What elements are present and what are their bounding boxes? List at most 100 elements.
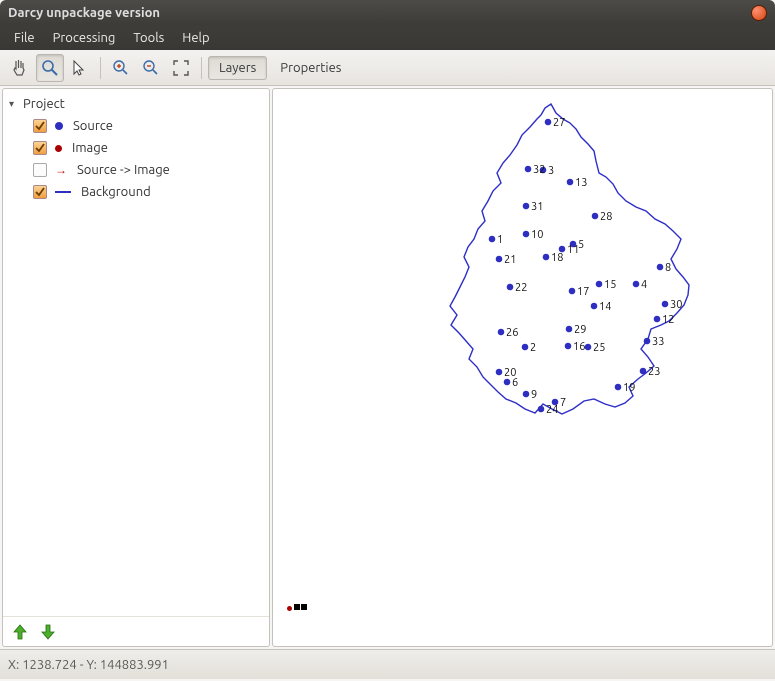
status-coordinates: X: 1238.724 - Y: 144883.991	[8, 658, 169, 672]
source-point[interactable]	[662, 301, 669, 308]
point-label: 33	[652, 336, 664, 348]
source-point[interactable]	[543, 254, 550, 261]
move-up-button[interactable]	[9, 621, 31, 643]
toolbar: Layers Properties	[0, 50, 775, 86]
source-point[interactable]	[592, 213, 599, 220]
source-point[interactable]	[523, 391, 530, 398]
source-point[interactable]	[522, 344, 529, 351]
point-label: 16	[573, 341, 585, 353]
source-point[interactable]	[567, 179, 574, 186]
point-label: 9	[531, 389, 537, 401]
tree-item[interactable]: Image	[9, 137, 263, 159]
source-point[interactable]	[633, 281, 640, 288]
source-point[interactable]	[657, 264, 664, 271]
zoom-in-button[interactable]	[107, 54, 135, 82]
source-point[interactable]	[569, 288, 576, 295]
point-label: 25	[593, 342, 605, 354]
point-label: 4	[641, 279, 647, 291]
menu-tools[interactable]: Tools	[125, 29, 172, 47]
source-point[interactable]	[545, 119, 552, 126]
map-canvas[interactable]: 1234567891011121314151617181920212223242…	[272, 88, 773, 647]
point-label: 23	[648, 366, 660, 378]
source-point[interactable]	[523, 203, 530, 210]
source-point[interactable]	[498, 329, 505, 336]
source-point[interactable]	[654, 316, 661, 323]
point-label: 14	[599, 301, 611, 313]
point-label: 8	[665, 262, 671, 274]
zoom-tool[interactable]	[36, 54, 64, 82]
source-point[interactable]	[591, 303, 598, 310]
source-point[interactable]	[615, 384, 622, 391]
source-point[interactable]	[566, 326, 573, 333]
source-point[interactable]	[496, 369, 503, 376]
source-point[interactable]	[496, 256, 503, 263]
tree-root-label: Project	[23, 97, 65, 111]
point-label: 20	[504, 367, 516, 379]
point-label: 13	[575, 177, 587, 189]
source-point[interactable]	[523, 231, 530, 238]
point-label: 19	[623, 382, 635, 394]
cursor-tool[interactable]	[66, 54, 94, 82]
layer-visibility-checkbox[interactable]	[33, 119, 47, 133]
legend-black-square-icon	[294, 604, 300, 610]
point-label: 1	[497, 234, 503, 246]
point-label: 12	[662, 314, 674, 326]
tree-item[interactable]: Source	[9, 115, 263, 137]
point-label: 11	[567, 244, 579, 256]
source-point[interactable]	[525, 166, 532, 173]
layer-visibility-checkbox[interactable]	[33, 141, 47, 155]
tree-item[interactable]: →Source -> Image	[9, 159, 263, 181]
source-point[interactable]	[538, 406, 545, 413]
blue-dot-icon	[55, 122, 63, 130]
point-label: 7	[560, 397, 566, 409]
point-label: 2	[530, 342, 536, 354]
toolbar-separator	[100, 57, 101, 79]
window-title: Darcy unpackage version	[8, 6, 751, 20]
point-label: 18	[551, 252, 563, 264]
point-label: 31	[531, 201, 543, 213]
source-point[interactable]	[565, 343, 572, 350]
tree-expand-icon[interactable]: ▾	[9, 98, 19, 110]
layers-panel: ▾ Project Source Image →Source -> Image Bac…	[2, 88, 270, 647]
tree-item-label: Image	[72, 141, 108, 155]
layer-visibility-checkbox[interactable]	[33, 163, 47, 177]
point-label: 24	[546, 404, 558, 416]
source-point[interactable]	[596, 281, 603, 288]
properties-toggle[interactable]: Properties	[269, 56, 352, 80]
source-point[interactable]	[489, 236, 496, 243]
layer-tree: ▾ Project Source Image →Source -> Image Bac…	[3, 89, 269, 616]
point-label: 17	[577, 286, 589, 298]
layers-toggle[interactable]: Layers	[208, 56, 267, 80]
point-label: 32	[533, 164, 545, 176]
tree-item[interactable]: Background	[9, 181, 263, 203]
menu-help[interactable]: Help	[174, 29, 217, 47]
source-point[interactable]	[504, 379, 511, 386]
layer-visibility-checkbox[interactable]	[33, 185, 47, 199]
status-bar: X: 1238.724 - Y: 144883.991	[0, 649, 775, 679]
point-label: 27	[553, 117, 565, 129]
zoom-out-button[interactable]	[137, 54, 165, 82]
point-label: 29	[574, 324, 586, 336]
title-bar: Darcy unpackage version	[0, 0, 775, 26]
main-area: ▾ Project Source Image →Source -> Image Bac…	[0, 86, 775, 649]
menu-bar: File Processing Tools Help	[0, 26, 775, 50]
fit-button[interactable]	[167, 54, 195, 82]
menu-processing[interactable]: Processing	[45, 29, 124, 47]
point-label: 28	[600, 211, 612, 223]
source-point[interactable]	[640, 368, 647, 375]
source-point[interactable]	[507, 284, 514, 291]
tree-item-label: Background	[81, 185, 151, 199]
legend-black-square-icon	[301, 604, 307, 610]
point-label: 15	[604, 279, 616, 291]
close-button[interactable]	[751, 5, 767, 21]
pan-tool[interactable]	[6, 54, 34, 82]
point-label: 30	[670, 299, 682, 311]
sidebar-footer	[3, 616, 269, 646]
move-down-button[interactable]	[37, 621, 59, 643]
tree-root[interactable]: ▾ Project	[9, 93, 263, 115]
tree-item-label: Source	[73, 119, 113, 133]
menu-file[interactable]: File	[6, 29, 43, 47]
point-label: 10	[531, 229, 543, 241]
source-point[interactable]	[644, 338, 651, 345]
source-point[interactable]	[585, 344, 592, 351]
